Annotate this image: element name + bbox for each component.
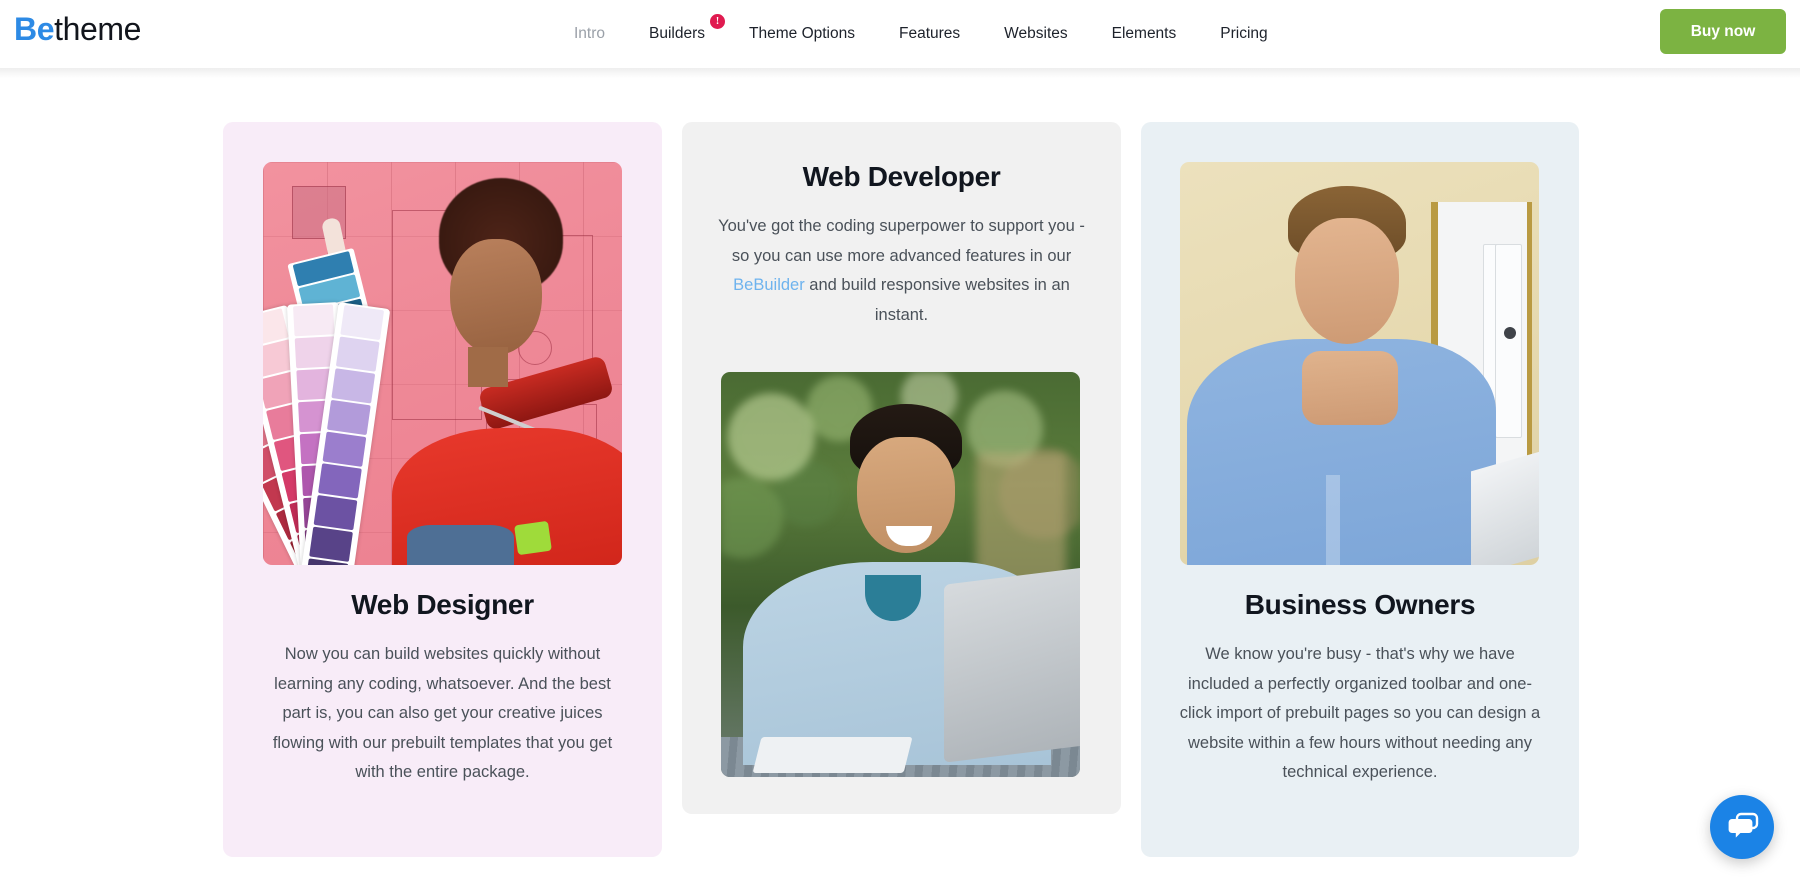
color-swatch-fan (263, 273, 461, 565)
site-header: Betheme Intro Builders ! Theme Options F… (0, 0, 1800, 78)
shirt-placket (1326, 474, 1341, 565)
logo-text: theme (54, 11, 142, 47)
site-logo[interactable]: Betheme (14, 9, 141, 49)
nav-item-label: Builders (649, 25, 706, 42)
card-description-text-tail: and build responsive websites in an inst… (804, 276, 1070, 324)
logo-accent-text: Be (14, 11, 55, 47)
laptop-icon (943, 564, 1080, 763)
chat-bubbles-icon (1728, 812, 1759, 838)
card-description-text: Now you can build websites quickly witho… (272, 645, 613, 781)
green-marker-icon (514, 520, 553, 556)
nav-item-pricing[interactable]: Pricing (1198, 0, 1289, 68)
card-title: Web Designer (351, 589, 534, 620)
card-web-developer-image (721, 372, 1080, 777)
person-neck (467, 347, 508, 388)
notebook-on-table (752, 736, 913, 773)
nav-item-label: Elements (1111, 25, 1177, 42)
person-hands (1302, 351, 1399, 426)
nav-item-builders[interactable]: Builders ! (627, 0, 727, 68)
card-business-owners[interactable]: Business Owners We know you're busy - th… (1141, 122, 1579, 857)
card-business-owners-image (1180, 162, 1539, 565)
buy-now-button[interactable]: Buy now (1660, 9, 1786, 54)
card-web-designer[interactable]: Web Designer Now you can build websites … (223, 122, 662, 857)
alert-badge-icon: ! (710, 14, 726, 29)
person-face (1294, 218, 1399, 345)
card-description: We know you're busy - that's why we have… (1141, 640, 1579, 788)
nav-item-label: Theme Options (749, 25, 855, 42)
designer-photo-illustration (263, 162, 622, 565)
card-title: Web Developer (802, 161, 1001, 192)
card-web-designer-body: Web Designer Now you can build websites … (223, 586, 662, 788)
nav-item-theme-options[interactable]: Theme Options (727, 0, 877, 68)
nav-item-label: Websites (1004, 25, 1068, 42)
card-web-developer-body: Web Developer You've got the coding supe… (682, 158, 1121, 330)
nav-item-features[interactable]: Features (877, 0, 982, 68)
card-web-developer[interactable]: Web Developer You've got the coding supe… (682, 122, 1121, 814)
nav-item-intro[interactable]: Intro (552, 0, 627, 68)
person-face (449, 238, 542, 355)
developer-photo-illustration (721, 372, 1080, 777)
bebuilder-link[interactable]: BeBuilder (733, 276, 805, 294)
chat-widget-button[interactable] (1710, 795, 1774, 859)
main-navigation: Intro Builders ! Theme Options Features … (552, 0, 1290, 68)
card-description: You've got the coding superpower to supp… (682, 212, 1121, 330)
nav-item-label: Features (898, 25, 961, 42)
card-title: Business Owners (1244, 589, 1476, 620)
card-description-text: You've got the coding superpower to supp… (718, 217, 1085, 265)
card-description: Now you can build websites quickly witho… (223, 640, 662, 788)
nav-item-elements[interactable]: Elements (1090, 0, 1199, 68)
card-description-text: We know you're busy - that's why we have… (1179, 645, 1541, 781)
feature-cards-row: Web Designer Now you can build websites … (223, 122, 1579, 862)
binder (1494, 243, 1522, 438)
business-owner-photo-illustration (1180, 162, 1539, 565)
nav-item-label: Pricing (1220, 25, 1268, 42)
nav-item-label: Intro (574, 25, 606, 42)
nav-item-websites[interactable]: Websites (982, 0, 1089, 68)
card-business-owners-body: Business Owners We know you're busy - th… (1141, 586, 1579, 788)
card-web-designer-image (263, 162, 622, 565)
